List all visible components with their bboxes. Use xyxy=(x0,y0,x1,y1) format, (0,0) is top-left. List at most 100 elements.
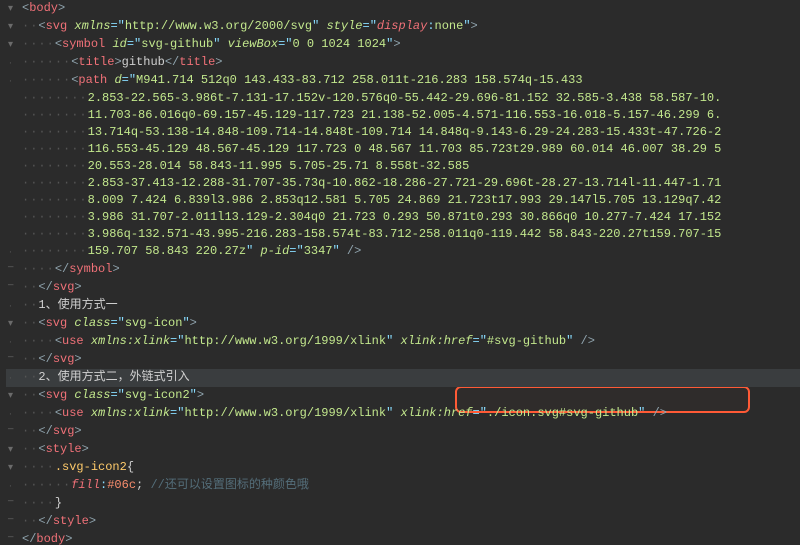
code-token: < xyxy=(38,316,45,330)
code-line[interactable]: </svg> xyxy=(6,279,800,297)
indent-guide-icon xyxy=(22,262,30,276)
code-token: http://www.w3.org/1999/xlink xyxy=(184,334,386,348)
code-token: " xyxy=(480,406,487,420)
code-line[interactable]: 116.553-45.129 48.567-45.129 117.723 0 4… xyxy=(6,141,800,158)
code-line[interactable]: <title>github</title> xyxy=(6,54,800,72)
code-token: </ xyxy=(22,532,36,545)
code-token: 1、使用方式一 xyxy=(38,298,117,312)
fold-gutter-icon[interactable] xyxy=(8,423,22,441)
code-token: path xyxy=(78,73,107,87)
code-token: p-id xyxy=(260,244,289,258)
indent-guide-icon xyxy=(38,210,46,224)
fold-gutter-icon[interactable] xyxy=(8,261,22,279)
indent-guide-icon xyxy=(63,176,71,190)
code-line[interactable]: </style> xyxy=(6,513,800,531)
code-editor[interactable]: <body><svg xmlns="http://www.w3.org/2000… xyxy=(0,0,800,545)
code-line[interactable]: 13.714q-53.138-14.848-109.714-14.848t-10… xyxy=(6,124,800,141)
code-line[interactable]: </svg> xyxy=(6,423,800,441)
indent-guide-icon xyxy=(38,142,46,156)
code-token: 116.553-45.129 48.567-45.129 117.723 0 4… xyxy=(88,142,722,156)
fold-gutter-icon[interactable] xyxy=(8,459,22,477)
code-token xyxy=(220,37,227,51)
indent-guide-icon xyxy=(47,37,55,51)
indent-guide-icon xyxy=(47,125,55,139)
code-token: 159.707 58.843 220.27z xyxy=(88,244,246,258)
code-line[interactable]: 2.853-37.413-12.288-31.707-35.73q-10.862… xyxy=(6,175,800,192)
indent-guide-icon xyxy=(47,91,55,105)
indent-guide-icon xyxy=(22,316,30,330)
code-line[interactable]: <body> xyxy=(6,0,800,18)
code-line[interactable]: </svg> xyxy=(6,351,800,369)
code-line[interactable]: 11.703-86.016q0-69.157-45.129-117.723 21… xyxy=(6,107,800,124)
indent-guide-icon xyxy=(38,244,46,258)
code-token: style xyxy=(326,19,362,33)
fold-gutter-icon[interactable] xyxy=(8,36,22,54)
code-line[interactable]: } xyxy=(6,495,800,513)
indent-guide-icon xyxy=(47,108,55,122)
fold-gutter-icon[interactable] xyxy=(8,351,22,369)
code-token: = xyxy=(473,406,480,420)
code-line[interactable]: </body> xyxy=(6,531,800,545)
code-token: class xyxy=(74,388,110,402)
code-line[interactable]: <use xmlns:xlink="http://www.w3.org/1999… xyxy=(6,405,800,423)
indent-guide-icon xyxy=(79,227,87,241)
code-line[interactable]: 159.707 58.843 220.27z" p-id="3347" /> xyxy=(6,243,800,261)
code-line[interactable]: <use xmlns:xlink="http://www.w3.org/1999… xyxy=(6,333,800,351)
indent-guide-icon xyxy=(55,159,63,173)
code-token xyxy=(573,334,580,348)
code-token: > xyxy=(197,388,204,402)
code-token: none xyxy=(435,19,464,33)
code-token: 20.553-28.014 58.843-11.995 5.705-25.71 … xyxy=(88,159,470,173)
code-token: #06c xyxy=(107,478,136,492)
code-line[interactable]: <symbol id="svg-github" viewBox="0 0 102… xyxy=(6,36,800,54)
code-token: svg-github xyxy=(141,37,213,51)
indent-guide-icon xyxy=(79,210,87,224)
indent-guide-icon xyxy=(55,193,63,207)
indent-guide-icon xyxy=(47,227,55,241)
indent-guide-icon xyxy=(38,496,46,510)
code-token: > xyxy=(65,532,72,545)
indent-guide-icon xyxy=(47,334,55,348)
code-line[interactable]: 8.009 7.424 6.839l3.986 2.853q12.581 5.7… xyxy=(6,192,800,209)
code-line[interactable]: fill:#06c; //还可以设置图标的种颜色哦 xyxy=(6,477,800,495)
code-token: //还可以设置图标的种颜色哦 xyxy=(150,478,308,492)
code-line[interactable]: <path d="M941.714 512q0 143.433-83.712 2… xyxy=(6,72,800,90)
code-token: svg xyxy=(53,352,75,366)
code-line[interactable]: <svg xmlns="http://www.w3.org/2000/svg" … xyxy=(6,18,800,36)
code-line[interactable]: <svg class="svg-icon2"> xyxy=(6,387,800,405)
code-line[interactable]: </symbol> xyxy=(6,261,800,279)
indent-guide-icon xyxy=(22,91,30,105)
code-line[interactable]: 20.553-28.014 58.843-11.995 5.705-25.71 … xyxy=(6,158,800,175)
code-token: title xyxy=(78,55,114,69)
fold-gutter-icon[interactable] xyxy=(8,279,22,297)
indent-guide-icon xyxy=(55,91,63,105)
code-line[interactable]: <svg class="svg-icon"> xyxy=(6,315,800,333)
fold-gutter-icon[interactable] xyxy=(8,0,22,18)
indent-guide-icon xyxy=(38,227,46,241)
fold-gutter-icon[interactable] xyxy=(8,315,22,333)
fold-gutter-icon[interactable] xyxy=(8,18,22,36)
code-line[interactable]: 3.986 31.707-2.011l13.129-2.304q0 21.723… xyxy=(6,209,800,226)
fold-gutter-icon[interactable] xyxy=(8,513,22,531)
code-token: " xyxy=(182,316,189,330)
fold-gutter-icon[interactable] xyxy=(8,531,22,545)
code-token: xmlns:xlink xyxy=(91,406,170,420)
indent-guide-icon xyxy=(63,478,71,492)
code-line[interactable]: 1、使用方式一 xyxy=(6,297,800,315)
indent-guide-icon xyxy=(47,176,55,190)
indent-guide-icon xyxy=(63,159,71,173)
code-line[interactable]: 2.853-22.565-3.986t-7.131-17.152v-120.57… xyxy=(6,90,800,107)
code-line[interactable]: .svg-icon2{ xyxy=(6,459,800,477)
fold-gutter-icon[interactable] xyxy=(8,387,22,405)
indent-guide-icon xyxy=(47,210,55,224)
code-line[interactable]: <style> xyxy=(6,441,800,459)
indent-guide-icon xyxy=(47,193,55,207)
fold-gutter-icon[interactable] xyxy=(8,495,22,513)
fold-gutter-icon xyxy=(8,297,22,315)
code-token: " xyxy=(118,316,125,330)
fold-gutter-icon[interactable] xyxy=(8,441,22,459)
code-line[interactable]: 2、使用方式二，外链式引入 xyxy=(6,369,800,387)
code-token: svg-icon xyxy=(125,316,183,330)
code-line[interactable]: 3.986q-132.571-43.995-216.283-158.574t-8… xyxy=(6,226,800,243)
code-token xyxy=(84,334,91,348)
